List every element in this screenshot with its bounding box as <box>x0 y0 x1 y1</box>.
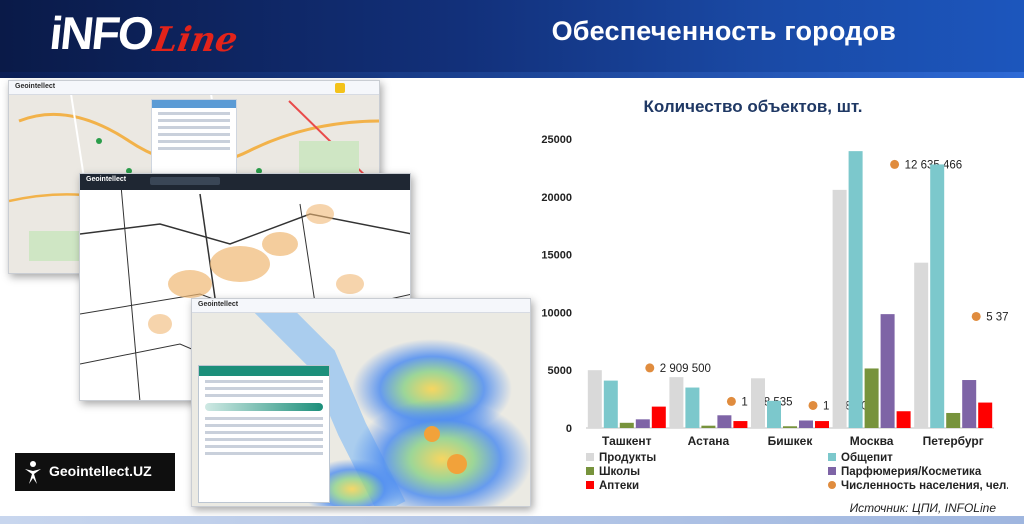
bar <box>962 380 977 428</box>
population-label: 1 328 535 <box>741 396 792 408</box>
legend-swatch <box>586 467 594 475</box>
bar <box>864 368 879 428</box>
bar <box>930 164 945 428</box>
region-select[interactable] <box>150 177 220 185</box>
y-tick-label: 0 <box>566 423 572 435</box>
x-category-label: Бишкек <box>768 434 814 448</box>
bar <box>767 400 781 428</box>
heatmap-layers-panel <box>198 365 330 503</box>
logo-main-text: iNFO <box>47 7 155 59</box>
bar <box>848 151 863 428</box>
app-brand: Geointellect <box>15 83 56 90</box>
bar <box>619 422 634 428</box>
bar <box>751 378 765 428</box>
bar <box>587 370 602 428</box>
app-brand: Geointellect <box>86 176 127 183</box>
legend-label: Общепит <box>841 452 893 464</box>
app-brand: Geointellect <box>198 301 239 308</box>
y-tick-label: 20000 <box>541 192 572 204</box>
bar <box>669 377 684 428</box>
app-toolbar: Geointellect <box>9 81 379 95</box>
legend-swatch <box>586 453 594 461</box>
population-point <box>645 363 655 373</box>
population-point <box>971 311 981 321</box>
legend-swatch <box>828 481 836 489</box>
bar <box>914 262 929 428</box>
population-label: 5 377 503 <box>986 311 1008 323</box>
legend-label: Парфюмерия/Косметика <box>841 466 982 478</box>
person-icon <box>25 461 41 484</box>
bar <box>701 425 716 428</box>
logo-script-text: Line <box>150 20 241 60</box>
legend-label: Школы <box>599 466 640 478</box>
x-category-label: Астана <box>688 434 730 448</box>
source-note: Источник: ЦПИ, INFOLine <box>849 501 996 515</box>
y-tick-label: 25000 <box>541 134 572 146</box>
bar <box>685 387 700 428</box>
objects-count-chart: Количество объектов, шт. 0 5000 10000 15000 2… <box>541 97 1008 492</box>
population-point <box>890 159 900 169</box>
legend-label: Численность населения, чел. <box>841 480 1008 492</box>
geointellect-logo: Geointellect.UZ <box>15 453 175 491</box>
x-category-label: Москва <box>850 434 894 448</box>
bar <box>799 420 813 428</box>
y-tick-label: 15000 <box>541 250 572 262</box>
slide: iNFO Line Обеспеченность городов Geointe… <box>0 0 1024 524</box>
map-screenshot-heatmap: Geointellect <box>191 298 531 507</box>
bar <box>978 402 993 428</box>
bar <box>946 412 961 428</box>
y-tick-label: 5000 <box>548 365 572 377</box>
bar <box>880 314 895 428</box>
bar <box>603 380 618 428</box>
bar <box>635 419 650 428</box>
legend-swatch <box>828 453 836 461</box>
legend-label: Продукты <box>599 452 656 464</box>
header-banner: iNFO Line Обеспеченность городов <box>0 0 1024 78</box>
population-label: 2 909 500 <box>660 363 711 375</box>
bar <box>717 415 732 428</box>
app-toolbar: Geointellect <box>192 299 530 313</box>
object-info-panel <box>151 99 237 179</box>
geointellect-logo-text: Geointellect.UZ <box>49 463 152 479</box>
legend-swatch <box>586 481 594 489</box>
bar <box>832 189 847 428</box>
page-title: Обеспеченность городов <box>551 16 896 46</box>
bar <box>815 421 829 428</box>
legend-swatch <box>828 467 836 475</box>
layers-badge-icon[interactable] <box>335 83 345 93</box>
bar <box>783 426 797 428</box>
x-category-label: Петербург <box>923 434 984 448</box>
bar <box>651 406 666 428</box>
x-category-label: Ташкент <box>602 434 652 448</box>
app-toolbar-dark: Geointellect <box>80 174 410 190</box>
footer-strip <box>0 516 1024 524</box>
bar <box>733 421 748 428</box>
population-point <box>726 396 736 406</box>
legend-label: Аптеки <box>599 480 639 492</box>
chart-title: Количество объектов, шт. <box>644 97 863 116</box>
bar <box>896 411 911 428</box>
population-point <box>808 400 818 410</box>
y-tick-label: 10000 <box>541 307 572 319</box>
